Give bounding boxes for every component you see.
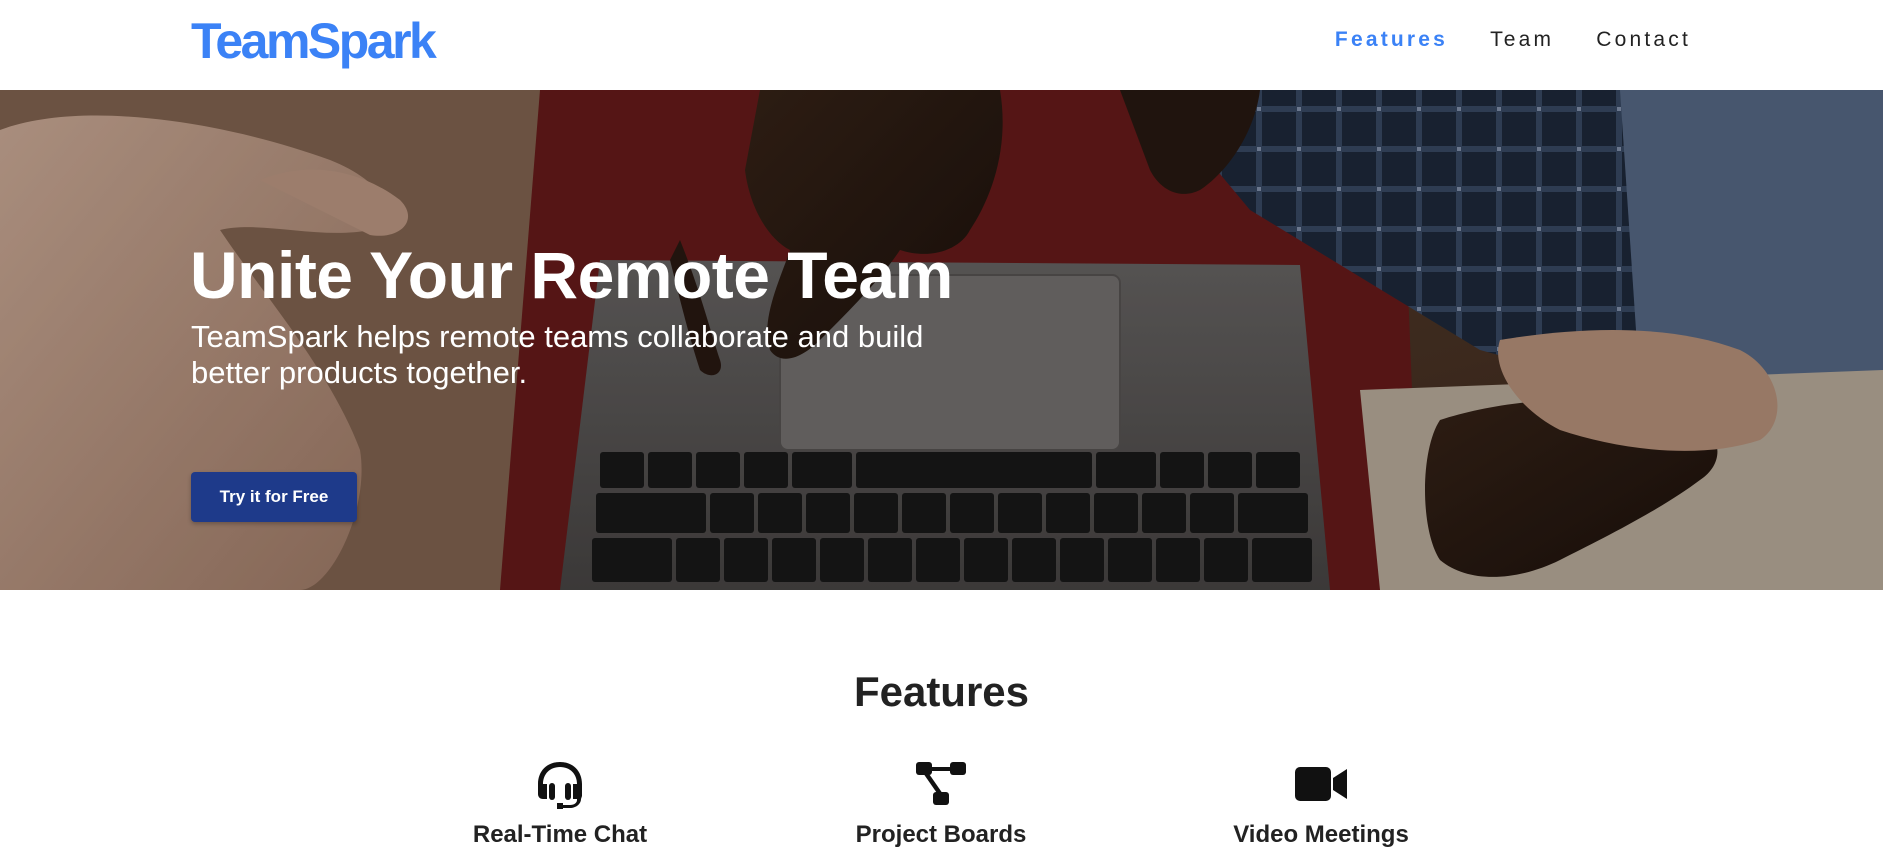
hero-title: Unite Your Remote Team [190,238,953,312]
feature-label: Project Boards [855,821,1027,848]
hero-section: Unite Your Remote Team TeamSpark helps r… [0,90,1883,590]
feature-item-video: Video Meetings [1171,756,1471,852]
features-heading: Features [853,668,1030,715]
hero-subtitle: TeamSpark helps remote teams collaborate… [191,319,924,390]
feature-label: Video Meetings [1233,821,1409,848]
feature-label: Real-Time Chat [472,821,648,848]
video-camera-icon [1295,767,1347,801]
logo[interactable]: TeamSpark [191,10,437,72]
project-diagram-icon [916,762,966,805]
site-header: TeamSpark Features Team Contact [0,0,1883,90]
feature-item-chat: Real-Time Chat [410,756,710,852]
try-free-button[interactable]: Try it for Free [191,472,357,522]
nav-link-features[interactable]: Features [1335,24,1448,56]
feature-item-boards: Project Boards [791,756,1091,852]
main-nav: Features Team Contact [1335,24,1691,56]
headset-icon [538,762,582,809]
nav-link-contact[interactable]: Contact [1596,24,1691,56]
nav-link-team[interactable]: Team [1490,24,1554,56]
